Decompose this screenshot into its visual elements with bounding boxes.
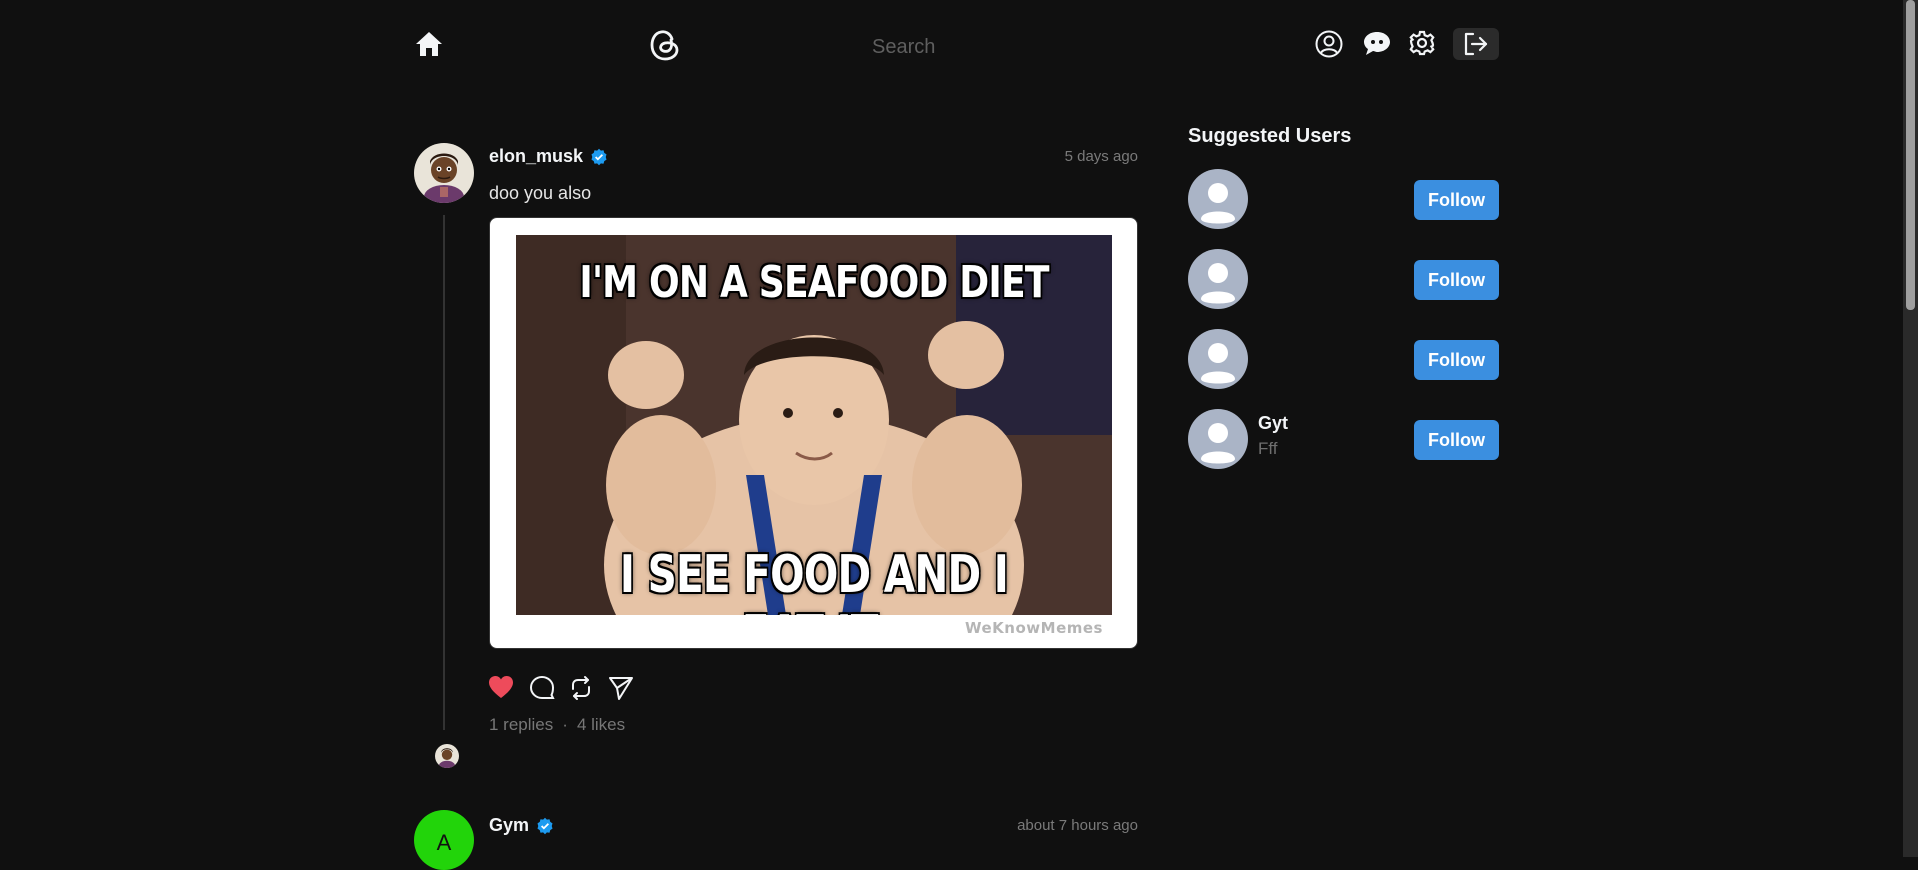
post-username[interactable]: Gym <box>489 815 529 836</box>
suggested-users-title: Suggested Users <box>1188 125 1352 147</box>
follow-button[interactable]: Follow <box>1414 340 1499 380</box>
threads-logo-icon[interactable] <box>648 28 682 62</box>
post-header: elon_musk <box>489 146 608 167</box>
profile-icon[interactable] <box>1314 29 1344 59</box>
default-avatar-icon[interactable] <box>1188 409 1248 469</box>
comment-icon[interactable] <box>529 675 557 703</box>
post-stats: 1 replies · 4 likes <box>489 715 625 735</box>
gym-avatar[interactable]: A <box>414 810 474 870</box>
post-time: 5 days ago <box>1064 148 1138 165</box>
default-avatar-icon[interactable] <box>1188 249 1248 309</box>
post-avatar[interactable] <box>414 143 474 203</box>
post-text: doo you also <box>489 183 592 203</box>
likes-count[interactable]: 4 likes <box>577 715 625 735</box>
repost-icon[interactable] <box>568 675 596 703</box>
share-icon[interactable] <box>608 675 636 703</box>
suggested-user-row <box>1188 169 1248 229</box>
suggested-user-handle: Fff <box>1258 439 1278 458</box>
thread-line <box>443 215 445 730</box>
search-input[interactable] <box>870 30 1174 64</box>
follow-button[interactable]: Follow <box>1414 180 1499 220</box>
meme-bottom-caption: I SEE FOOD AND I EAT IT. <box>619 545 1009 615</box>
suggested-user-row <box>1188 409 1248 469</box>
chat-icon[interactable] <box>1361 28 1393 58</box>
meme-watermark: WeKnowMemes <box>965 619 1103 637</box>
suggested-user-row <box>1188 329 1248 389</box>
default-avatar-icon[interactable] <box>1188 329 1248 389</box>
reply-avatar <box>435 744 459 768</box>
suggested-user-row <box>1188 249 1248 309</box>
home-icon[interactable] <box>413 28 445 60</box>
suggested-user-name[interactable]: Gyt <box>1258 413 1288 434</box>
follow-button[interactable]: Follow <box>1414 260 1499 300</box>
post-time: about 7 hours ago <box>1017 817 1138 834</box>
like-icon[interactable] <box>488 675 516 701</box>
meme-top-caption: I'M ON A SEAFOOD DIET <box>579 257 1049 308</box>
default-avatar-icon[interactable] <box>1188 169 1248 229</box>
follow-button[interactable]: Follow <box>1414 420 1499 460</box>
verified-icon <box>591 148 607 165</box>
post-image[interactable]: I'M ON A SEAFOOD DIET I SEE FOOD AND I E… <box>489 217 1138 649</box>
post-header: Gym <box>489 815 554 836</box>
scrollbar-thumb[interactable] <box>1906 0 1915 310</box>
logout-icon <box>1464 32 1488 56</box>
meme-image: I'M ON A SEAFOOD DIET I SEE FOOD AND I E… <box>516 235 1112 615</box>
logout-button[interactable] <box>1453 28 1499 60</box>
stats-separator: · <box>562 715 568 734</box>
verified-icon <box>537 817 553 834</box>
replies-count[interactable]: 1 replies <box>489 715 553 735</box>
gym-avatar-letter: A <box>436 830 452 855</box>
post-username[interactable]: elon_musk <box>489 146 583 167</box>
settings-icon[interactable] <box>1407 28 1437 58</box>
